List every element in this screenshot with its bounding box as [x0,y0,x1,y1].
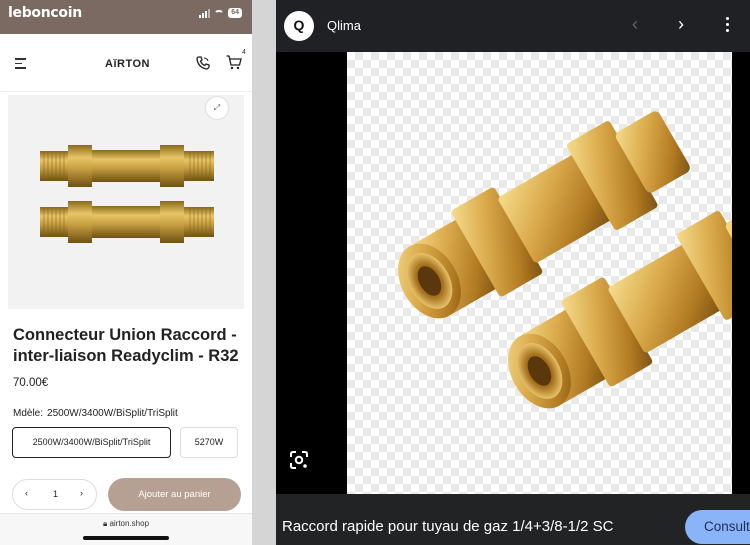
site-logo[interactable]: AĭRTON [105,58,150,70]
chevron-right-icon[interactable]: › [80,488,83,498]
add-to-cart-button[interactable]: Ajouter au panier [108,478,241,511]
viewer-image[interactable] [347,52,750,494]
menu-icon[interactable] [15,58,26,72]
product-image[interactable] [8,95,244,309]
model-option[interactable]: 5270W [180,427,238,458]
product-title: Connecteur Union Raccord - inter-liaison… [13,326,239,365]
url-domain: airton.shop [109,519,150,528]
model-label: Mdèle: 2500W/3400W/BiSplit/TriSplit [13,408,178,419]
lens-icon[interactable] [289,450,309,470]
more-vertical-icon[interactable] [726,17,730,35]
cart-count-badge: 4 [242,49,246,56]
wifi-icon [214,10,225,18]
expand-icon[interactable]: ⤢ [206,97,228,119]
quantity-value[interactable]: 1 [53,489,58,499]
cart-icon[interactable] [226,55,242,70]
phone-icon[interactable] [196,56,210,70]
brass-fittings-image [398,111,750,409]
leboncoin-status-bar: leboncoin 64 [0,0,252,34]
site-header: AĭRTON 4 [0,34,252,92]
home-indicator [83,536,169,540]
chevron-left-icon[interactable]: ‹ [25,488,28,498]
chevron-right-icon[interactable]: › [678,14,684,35]
image-caption[interactable]: Raccord rapide pour tuyau de gaz 1/4+3/8… [282,518,613,535]
status-icons: 64 [199,7,242,19]
consult-button[interactable]: Consulter [685,510,750,544]
brass-connectors-image [40,145,214,243]
quantity-stepper: ‹ 1 › [12,479,97,510]
viewer-top-bar: Q Qlima ‹ › [276,0,750,52]
image-viewer: Q Qlima ‹ › Raccord rapide pour tuyau de… [276,0,750,545]
browser-url-bar[interactable]: 🔒︎ airton.shop [0,513,252,545]
chevron-left-icon[interactable]: ‹ [632,14,638,35]
source-name[interactable]: Qlima [327,18,361,33]
model-label-text: Mdèle: [13,408,44,419]
source-logo-letter: Q [293,17,305,33]
url-text: 🔒︎ airton.shop [0,519,252,529]
phone-screenshot: leboncoin 64 AĭRTON 4 ⤢ Connecteur Union… [0,0,252,545]
product-price: 70.00€ [13,377,49,389]
signal-icon [199,8,211,18]
model-selected-value: 2500W/3400W/BiSplit/TriSplit [47,408,178,419]
source-logo[interactable]: Q [284,11,314,41]
battery-icon: 64 [228,8,242,18]
leboncoin-logo: leboncoin [8,5,82,21]
model-option-selected[interactable]: 2500W/3400W/BiSplit/TriSplit [12,427,171,458]
